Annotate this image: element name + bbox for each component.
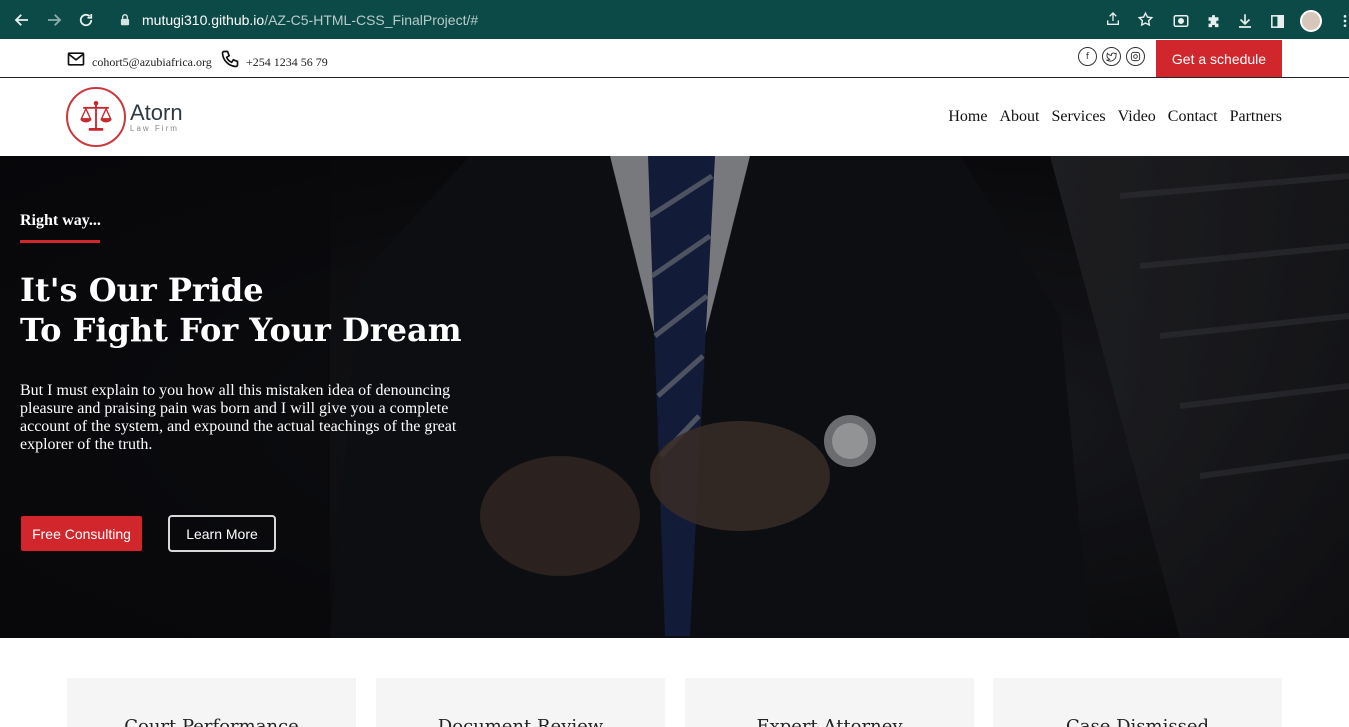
nav-contact[interactable]: Contact <box>1168 108 1218 126</box>
nav-home[interactable]: Home <box>948 108 987 126</box>
card-title: Document Review <box>437 716 604 727</box>
nav-partners[interactable]: Partners <box>1230 108 1282 126</box>
logo[interactable]: Atorn Law Firm <box>66 87 183 147</box>
card-title: Court Performance <box>124 716 299 727</box>
logo-name: Atorn <box>130 99 183 125</box>
nav-video[interactable]: Video <box>1118 108 1156 126</box>
screencast-icon[interactable] <box>1172 12 1190 30</box>
phone-icon <box>221 50 239 67</box>
card-case-dismissed[interactable]: Case Dismissed <box>993 678 1282 727</box>
hero-section: Right way... It's Our Pride To Fight For… <box>0 156 1349 638</box>
tagline-underline <box>20 240 100 243</box>
card-title: Case Dismissed <box>1065 716 1209 727</box>
download-icon[interactable] <box>1236 12 1254 30</box>
social-links: f <box>1078 47 1145 66</box>
url-host: mutugi310.github.io <box>142 11 265 28</box>
forward-icon[interactable] <box>43 9 65 31</box>
email-text: cohort5@azubiafrica.org <box>92 55 212 69</box>
logo-subtitle: Law Firm <box>130 123 179 133</box>
free-consulting-button[interactable]: Free Consulting <box>20 515 143 552</box>
email-contact[interactable]: cohort5@azubiafrica.org <box>66 47 212 70</box>
mail-icon <box>67 51 85 66</box>
top-contact-bar: cohort5@azubiafrica.org +254 1234 56 79 … <box>0 39 1349 78</box>
phone-contact[interactable]: +254 1234 56 79 <box>220 47 328 70</box>
side-panel-icon[interactable] <box>1268 12 1286 30</box>
lock-icon <box>118 13 132 27</box>
hero-title-line1: It's Our Pride <box>20 271 264 309</box>
back-icon[interactable] <box>11 9 33 31</box>
extensions-icon[interactable] <box>1204 12 1222 30</box>
nav-services[interactable]: Services <box>1051 108 1105 126</box>
twitter-icon[interactable] <box>1102 47 1121 66</box>
star-icon[interactable] <box>1136 10 1154 28</box>
hero-tagline: Right way... <box>20 212 101 229</box>
nav-about[interactable]: About <box>999 108 1039 126</box>
learn-more-button[interactable]: Learn More <box>168 515 276 552</box>
browser-toolbar: mutugi310.github.io/AZ-C5-HTML-CSS_Final… <box>0 0 1349 39</box>
hero-description: But I must explain to you how all this m… <box>20 382 457 453</box>
get-schedule-button[interactable]: Get a schedule <box>1156 40 1282 77</box>
instagram-icon[interactable] <box>1126 47 1145 66</box>
card-court-performance[interactable]: Court Performance <box>67 678 356 727</box>
menu-kebab-icon[interactable] <box>1336 12 1349 30</box>
card-document-review[interactable]: Document Review <box>376 678 665 727</box>
card-expert-attorney[interactable]: Expert Attorney <box>685 678 974 727</box>
facebook-icon[interactable]: f <box>1078 47 1097 66</box>
site-header: Atorn Law Firm Home About Services Video… <box>0 78 1349 156</box>
reload-icon[interactable] <box>75 9 97 31</box>
phone-text: +254 1234 56 79 <box>246 55 328 69</box>
url-path: /AZ-C5-HTML-CSS_FinalProject/# <box>264 11 479 28</box>
profile-avatar-icon[interactable] <box>1300 10 1322 32</box>
address-bar[interactable]: mutugi310.github.io/AZ-C5-HTML-CSS_Final… <box>108 5 1162 34</box>
card-title: Expert Attorney <box>756 716 903 727</box>
scales-of-justice-icon <box>66 87 126 147</box>
main-nav: Home About Services Video Contact Partne… <box>948 108 1282 126</box>
share-icon[interactable] <box>1104 10 1122 28</box>
hero-title: It's Our Pride To Fight For Your Dream <box>20 270 462 350</box>
services-cards: Court Performance Document Review Expert… <box>0 638 1349 727</box>
hero-title-line2: To Fight For Your Dream <box>20 311 462 349</box>
